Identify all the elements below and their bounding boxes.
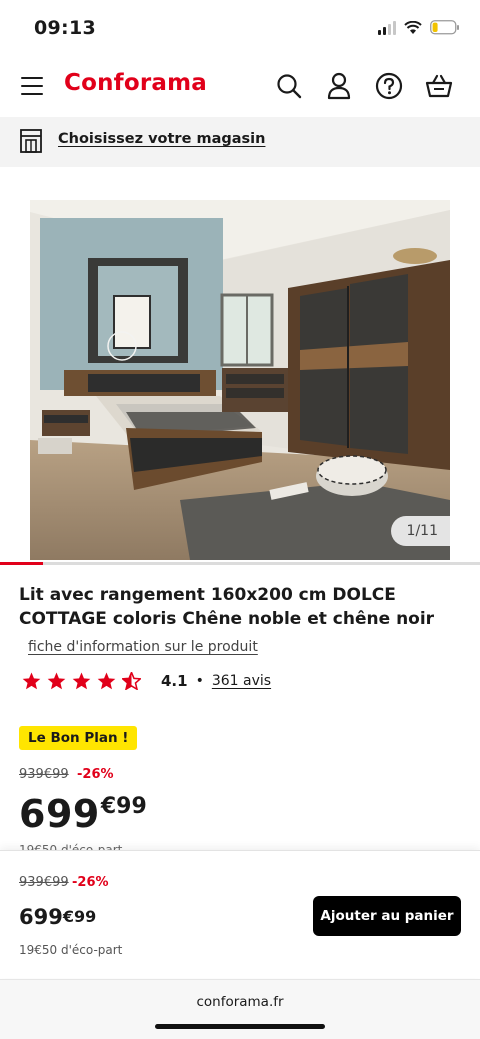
- store-icon: [20, 129, 42, 153]
- gallery-progress-fill: [0, 562, 44, 565]
- home-indicator[interactable]: [155, 1024, 325, 1029]
- rating-separator: •: [195, 673, 204, 689]
- sticky-price: 699 €99: [19, 903, 96, 931]
- browser-url-bar[interactable]: conforama.fr: [0, 979, 480, 1039]
- basket-icon[interactable]: [424, 71, 454, 101]
- menu-icon[interactable]: [21, 77, 43, 95]
- account-icon[interactable]: [324, 71, 354, 101]
- search-icon[interactable]: [274, 71, 304, 101]
- sticky-cart-bar: 939€99 -26% 699 €99 19€50 d'éco-part Ajo…: [0, 850, 480, 978]
- price-integer: 699: [19, 792, 100, 836]
- store-selector[interactable]: Choisissez votre magasin: [0, 117, 480, 167]
- url-text[interactable]: conforama.fr: [0, 994, 480, 1010]
- rating-value: 4.1: [161, 672, 188, 690]
- product-title: Lit avec rangement 160x200 cm DOLCE COTT…: [19, 585, 435, 629]
- rating-stars: [22, 672, 141, 690]
- discount-percent: -26%: [77, 767, 114, 782]
- reviews-link[interactable]: 361 avis: [212, 673, 271, 689]
- product-image[interactable]: [30, 200, 450, 560]
- signal-icon: [378, 20, 396, 35]
- logo[interactable]: Conforama: [64, 70, 207, 96]
- image-counter: 1/11: [390, 516, 450, 546]
- sticky-old-price: 939€99: [19, 875, 69, 890]
- price-cents: €99: [100, 794, 147, 819]
- product-rating[interactable]: 4.1 • 361 avis: [22, 672, 271, 690]
- bon-plan-badge: Le Bon Plan !: [19, 726, 138, 750]
- wifi-icon: [404, 20, 422, 34]
- star-icon: [72, 672, 91, 690]
- current-price: 699 €99: [19, 790, 147, 838]
- site-header: Conforama: [0, 58, 480, 116]
- star-icon: [22, 672, 41, 690]
- help-icon[interactable]: [374, 71, 404, 101]
- product-info-link[interactable]: fiche d'information sur le produit: [28, 639, 258, 655]
- add-to-cart-button[interactable]: Ajouter au panier: [313, 896, 461, 936]
- eco-part: 19€50 d'éco-part: [19, 943, 123, 957]
- half-star-icon: [122, 672, 141, 690]
- status-icons: [378, 20, 460, 35]
- star-icon: [47, 672, 66, 690]
- battery-icon: [430, 20, 459, 35]
- sticky-price-cents: €99: [62, 907, 97, 926]
- old-price: 939€99: [19, 767, 69, 782]
- header-actions: [274, 71, 454, 101]
- gallery-progress: [0, 562, 480, 565]
- status-bar: 09:13: [0, 0, 480, 58]
- star-icon: [97, 672, 116, 690]
- store-selector-label[interactable]: Choisissez votre magasin: [58, 131, 265, 147]
- sticky-price-integer: 699: [19, 905, 63, 929]
- product-image-gallery[interactable]: 1/11: [30, 200, 450, 560]
- sticky-discount: -26%: [72, 875, 109, 890]
- status-time: 09:13: [34, 17, 96, 39]
